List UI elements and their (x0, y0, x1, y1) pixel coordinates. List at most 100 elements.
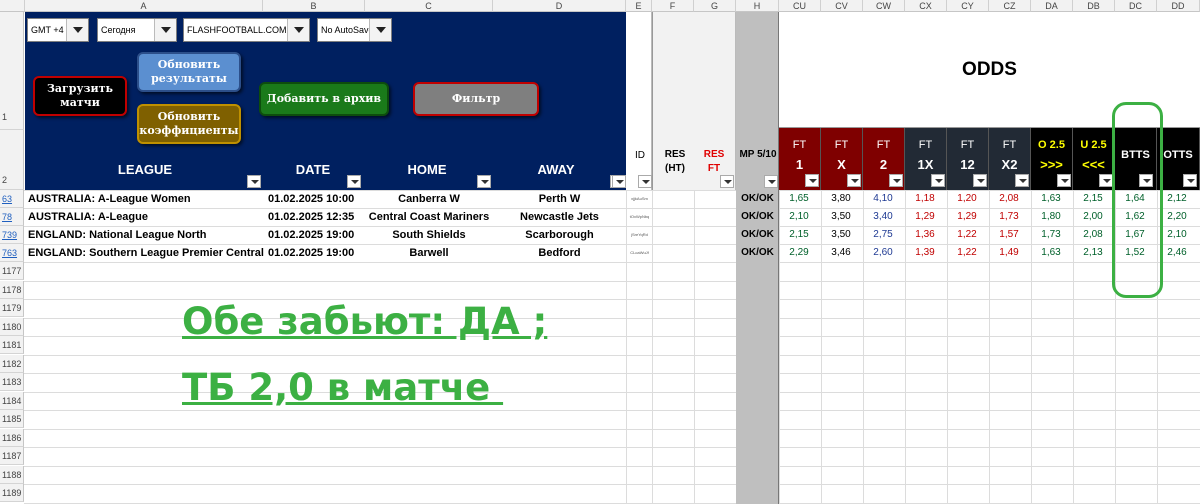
league-cell[interactable]: AUSTRALIA: A-League Women (28, 190, 263, 208)
odds-cell[interactable]: 2,13 (1073, 244, 1113, 262)
row-header[interactable]: 763 (0, 244, 24, 262)
column-header-d[interactable]: D (493, 0, 626, 12)
odds-cell[interactable]: 2,10 (779, 208, 819, 226)
date-cell[interactable]: 01.02.2025 19:00 (268, 226, 368, 244)
odds-cell[interactable]: 1,73 (989, 208, 1029, 226)
filter-dropdown-icon[interactable] (973, 174, 987, 187)
filter-dropdown-icon[interactable] (931, 174, 945, 187)
odds-cell[interactable]: 3,80 (821, 190, 861, 208)
filter-dropdown-icon[interactable] (805, 174, 819, 187)
odds-cell[interactable]: 1,80 (1031, 208, 1071, 226)
odds-cell[interactable]: 2,08 (989, 190, 1029, 208)
odds-cell[interactable]: 2,15 (779, 226, 819, 244)
column-header-db[interactable]: DB (1073, 0, 1115, 12)
league-cell[interactable]: ENGLAND: Southern League Premier Central (28, 244, 264, 262)
row-header[interactable]: 78 (0, 208, 24, 226)
row-header[interactable]: 1189 (0, 484, 24, 502)
odds-cell[interactable]: 1,39 (905, 244, 945, 262)
filter-dropdown-icon[interactable] (347, 175, 361, 188)
odds-cell[interactable]: 3,40 (863, 208, 903, 226)
chevron-down-icon[interactable] (369, 19, 391, 41)
odds-cell[interactable]: 4,10 (863, 190, 903, 208)
filter-dropdown-icon[interactable] (638, 175, 652, 188)
column-header-cv[interactable]: CV (821, 0, 863, 12)
home-cell[interactable]: Barwell (365, 244, 493, 262)
select-all-corner[interactable] (0, 0, 25, 12)
date-cell[interactable]: 01.02.2025 10:00 (268, 190, 368, 208)
mp-cell[interactable]: OK/OK (736, 190, 779, 208)
filter-dropdown-icon[interactable] (847, 174, 861, 187)
row-header[interactable]: 1181 (0, 336, 24, 354)
odds-cell[interactable]: 1,22 (947, 226, 987, 244)
id-cell[interactable]: jSreYqRd (627, 226, 652, 244)
chevron-down-icon[interactable] (287, 19, 309, 41)
odds-cell[interactable]: 1,22 (947, 244, 987, 262)
row-header[interactable]: 1187 (0, 447, 24, 465)
date-cell[interactable]: 01.02.2025 19:00 (268, 244, 368, 262)
id-cell[interactable]: xjjkAuSm (627, 190, 652, 208)
odds-cell[interactable]: 3,50 (821, 208, 861, 226)
filter-dropdown-icon[interactable] (247, 175, 261, 188)
id-cell[interactable]: CLoaWuJf (627, 244, 652, 262)
odds-cell[interactable]: 2,75 (863, 226, 903, 244)
column-header-cz[interactable]: CZ (989, 0, 1031, 12)
update-results-button[interactable]: Обновить результаты (137, 52, 241, 92)
date-cell[interactable]: 01.02.2025 12:35 (268, 208, 368, 226)
row-header-1[interactable]: 1 (0, 12, 24, 130)
filter-dropdown-icon[interactable] (477, 175, 491, 188)
column-header-a[interactable]: A (25, 0, 263, 12)
mp-cell[interactable]: OK/OK (736, 244, 779, 262)
column-header-da[interactable]: DA (1031, 0, 1073, 12)
row-header[interactable]: 1179 (0, 299, 24, 317)
filter-dropdown-icon[interactable] (1015, 174, 1029, 187)
odds-cell[interactable]: 2,46 (1157, 244, 1197, 262)
mp-cell[interactable]: OK/OK (736, 208, 779, 226)
column-header-dc[interactable]: DC (1115, 0, 1157, 12)
away-cell[interactable]: Newcastle Jets (493, 208, 626, 226)
column-header-b[interactable]: B (263, 0, 365, 12)
odds-cell[interactable]: 1,65 (779, 190, 819, 208)
odds-cell[interactable]: 1,29 (947, 208, 987, 226)
odds-cell[interactable]: 2,08 (1073, 226, 1113, 244)
timezone-select[interactable]: GMT +4 (27, 18, 89, 42)
row-header[interactable]: 1180 (0, 317, 24, 336)
column-header-dd[interactable]: DD (1157, 0, 1200, 12)
row-header[interactable]: 1184 (0, 391, 24, 410)
column-header-f[interactable]: F (652, 0, 694, 12)
autosave-select[interactable]: No AutoSave (317, 18, 392, 42)
league-cell[interactable]: AUSTRALIA: A-League (28, 208, 263, 226)
odds-cell[interactable]: 2,00 (1073, 208, 1113, 226)
odds-cell[interactable]: 1,18 (905, 190, 945, 208)
odds-cell[interactable]: 1,63 (1031, 190, 1071, 208)
row-header[interactable]: 739 (0, 226, 24, 244)
source-select[interactable]: FLASHFOOTBALL.COM (EN) (183, 18, 310, 42)
row-header[interactable]: 1178 (0, 280, 24, 299)
column-header-h[interactable]: H (736, 0, 779, 12)
chevron-down-icon[interactable] (154, 19, 176, 41)
away-cell[interactable]: Bedford (493, 244, 626, 262)
odds-cell[interactable]: 2,15 (1073, 190, 1113, 208)
odds-cell[interactable]: 3,50 (821, 226, 861, 244)
load-matches-button[interactable]: Загрузить матчи (33, 76, 127, 116)
filter-button[interactable]: Фильтр (413, 82, 539, 116)
column-header-cu[interactable]: CU (779, 0, 821, 12)
league-cell[interactable]: ENGLAND: National League North (28, 226, 263, 244)
filter-dropdown-icon[interactable] (1183, 174, 1197, 187)
row-header[interactable]: 63 (0, 190, 24, 208)
column-header-e[interactable]: E (626, 0, 652, 12)
odds-cell[interactable]: 1,63 (1031, 244, 1071, 262)
home-cell[interactable]: Canberra W (365, 190, 493, 208)
row-header[interactable]: 1183 (0, 373, 24, 391)
id-cell[interactable]: tOxWpNbq (627, 208, 652, 226)
odds-cell[interactable]: 1,29 (905, 208, 945, 226)
odds-cell[interactable]: 2,29 (779, 244, 819, 262)
home-cell[interactable]: Central Coast Mariners (365, 208, 493, 226)
filter-dropdown-icon[interactable] (1057, 174, 1071, 187)
column-header-c[interactable]: C (365, 0, 493, 12)
away-cell[interactable]: Scarborough (493, 226, 626, 244)
odds-cell[interactable]: 1,49 (989, 244, 1029, 262)
odds-cell[interactable]: 2,10 (1157, 226, 1197, 244)
filter-dropdown-icon[interactable] (889, 174, 903, 187)
row-header-2[interactable]: 2 (0, 130, 24, 190)
column-header-cx[interactable]: CX (905, 0, 947, 12)
